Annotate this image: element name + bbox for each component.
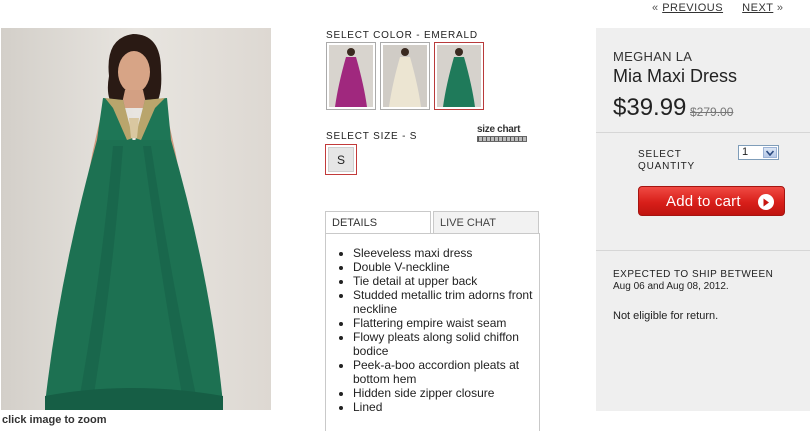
details-list: Sleeveless maxi dress Double V-neckline … bbox=[326, 234, 539, 414]
size-option-label: S bbox=[328, 147, 354, 172]
size-label: SELECT SIZE - S bbox=[326, 131, 418, 142]
purchase-panel: MEGHAN LA Mia Maxi Dress $39.99 $279.00 … bbox=[596, 28, 810, 411]
quantity-value: 1 bbox=[742, 146, 749, 158]
color-swatch-emerald[interactable] bbox=[434, 42, 484, 110]
original-price: $279.00 bbox=[690, 105, 734, 119]
ruler-icon bbox=[477, 136, 527, 142]
previous-arrow-icon: « bbox=[652, 2, 659, 14]
size-option-s[interactable]: S bbox=[325, 144, 357, 175]
next-arrow-icon: » bbox=[776, 2, 784, 14]
chevron-down-icon[interactable] bbox=[763, 147, 777, 158]
product-title: Mia Maxi Dress bbox=[613, 66, 738, 86]
color-label: SELECT COLOR - EMERALD bbox=[326, 30, 478, 41]
tab-details[interactable]: DETAILS bbox=[325, 211, 431, 234]
quantity-select[interactable]: 1 bbox=[738, 145, 779, 160]
play-arrow-icon bbox=[758, 194, 774, 210]
model-in-dress-image bbox=[45, 34, 223, 410]
quantity-label: SELECT QUANTITY bbox=[638, 149, 695, 172]
list-item: Flattering empire waist seam bbox=[353, 316, 539, 330]
add-to-cart-button[interactable]: Add to cart bbox=[638, 186, 785, 216]
brand-name: MEGHAN LA bbox=[613, 49, 693, 64]
list-item: Flowy pleats along solid chiffon bodice bbox=[353, 330, 539, 358]
size-chart-label: size chart bbox=[477, 124, 521, 135]
add-to-cart-label: Add to cart bbox=[666, 193, 741, 210]
main-product-image[interactable] bbox=[1, 28, 271, 410]
color-swatch-ivory[interactable] bbox=[380, 42, 430, 110]
list-item: Hidden side zipper closure bbox=[353, 386, 539, 400]
previous-link[interactable]: PREVIOUS bbox=[662, 2, 723, 14]
emerald-dress-thumbnail bbox=[437, 45, 481, 107]
magenta-dress-thumbnail bbox=[329, 45, 373, 107]
return-policy-note: Not eligible for return. bbox=[613, 310, 719, 322]
list-item: Peek-a-boo accordion pleats at bottom he… bbox=[353, 358, 539, 386]
shipping-dates: Aug 06 and Aug 08, 2012. bbox=[613, 281, 729, 292]
details-panel: Sleeveless maxi dress Double V-neckline … bbox=[325, 233, 540, 431]
tab-live-chat[interactable]: LIVE CHAT bbox=[433, 211, 539, 234]
list-item: Sleeveless maxi dress bbox=[353, 246, 539, 260]
info-tabs: DETAILS LIVE CHAT bbox=[325, 211, 539, 234]
ivory-dress-thumbnail bbox=[383, 45, 427, 107]
divider bbox=[596, 132, 810, 133]
color-swatches bbox=[326, 42, 484, 110]
list-item: Studded metallic trim adorns front neckl… bbox=[353, 288, 539, 316]
shipping-title: EXPECTED TO SHIP BETWEEN bbox=[613, 269, 774, 280]
zoom-caption: click image to zoom bbox=[2, 414, 107, 426]
divider bbox=[596, 250, 810, 251]
pager: « PREVIOUS NEXT » bbox=[652, 2, 784, 14]
color-swatch-magenta[interactable] bbox=[326, 42, 376, 110]
size-chart-link[interactable]: size chart bbox=[477, 124, 527, 144]
next-link[interactable]: NEXT bbox=[742, 2, 773, 14]
list-item: Lined bbox=[353, 400, 539, 414]
sale-price: $39.99 bbox=[613, 94, 687, 121]
list-item: Double V-neckline bbox=[353, 260, 539, 274]
list-item: Tie detail at upper back bbox=[353, 274, 539, 288]
